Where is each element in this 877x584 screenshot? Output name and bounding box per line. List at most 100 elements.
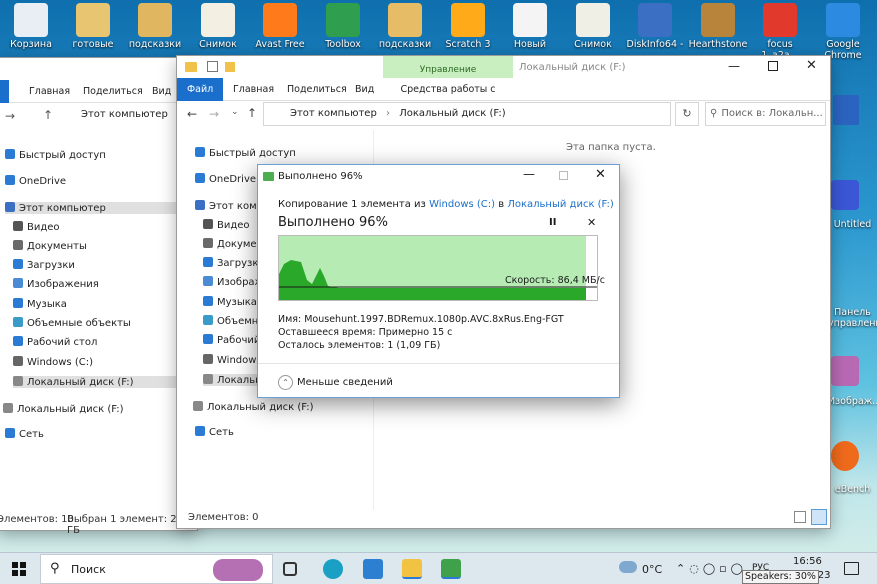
search-input[interactable]: ⚲ Поиск в: Локальн... xyxy=(705,102,826,126)
tab-view[interactable]: Вид xyxy=(345,78,384,101)
minimize-icon[interactable]: — xyxy=(728,59,740,73)
back-nav-item-14[interactable]: Сеть xyxy=(5,428,44,440)
front-nav-item-8[interactable]: Музыка xyxy=(203,296,257,308)
back-nav-item-11[interactable]: Windows (C:) xyxy=(13,356,93,368)
right-desktop-label-1[interactable]: Untitled xyxy=(828,219,877,230)
desktop-icon-14[interactable]: Google Chrome xyxy=(812,0,874,61)
copy-progress-dialog[interactable]: Выполнено 96% — ✕ Копирование 1 элемента… xyxy=(257,164,620,398)
edge-icon[interactable] xyxy=(323,559,343,579)
desktop-icon-2[interactable]: готовые xyxy=(62,0,124,50)
desktop-icon-12[interactable]: Hearthstone xyxy=(687,0,749,50)
back-tab-share[interactable]: Поделиться xyxy=(73,80,153,103)
back-nav-item-4[interactable]: Видео xyxy=(13,221,60,233)
front-nav-item-13[interactable]: Локальный диск (F:) xyxy=(193,401,313,413)
taskbar-search-box[interactable]: ⚲ Поиск xyxy=(40,554,273,584)
back-nav-item-5[interactable]: Документы xyxy=(13,240,87,252)
back-nav-item-3[interactable]: Этот компьютер xyxy=(5,202,190,214)
front-nav-item-4[interactable]: Видео xyxy=(203,219,250,231)
desktop-icon-13[interactable]: focus 1_a2a... xyxy=(749,0,811,61)
right-desktop-label-2[interactable]: Панель управления xyxy=(828,307,877,329)
desktop-icon-9[interactable]: Новый xyxy=(499,0,561,50)
back-tab-home[interactable]: Главная xyxy=(19,80,80,103)
copy-task-icon[interactable] xyxy=(441,559,461,579)
tiles-view-icon[interactable] xyxy=(811,509,827,525)
desktop-icon-10[interactable]: Снимок xyxy=(562,0,624,50)
remaining-items-label: Осталось элементов: xyxy=(278,340,385,351)
clock-time[interactable]: 16:56 xyxy=(793,556,822,567)
back-nav-item-10[interactable]: Рабочий стол xyxy=(13,336,97,348)
front-nav-item-2[interactable]: OneDrive xyxy=(195,173,256,185)
details-view-icon[interactable] xyxy=(794,511,806,523)
bench-desktop-icon[interactable] xyxy=(831,441,859,471)
dialog-close-icon[interactable]: ✕ xyxy=(595,167,606,182)
app-desktop-icon[interactable] xyxy=(831,180,859,210)
desktop-icon-11[interactable]: DiskInfo64 - xyxy=(624,0,686,50)
nav-item-icon xyxy=(203,296,213,306)
orchid-desktop-icon[interactable] xyxy=(831,356,859,386)
back-nav-item-6[interactable]: Загрузки xyxy=(13,259,75,271)
desktop-icon-label: подсказки xyxy=(378,39,432,50)
back-title-bar[interactable] xyxy=(0,58,197,80)
start-button[interactable] xyxy=(12,562,26,576)
back-tab-view[interactable]: Вид xyxy=(142,80,181,103)
file-explorer-icon[interactable] xyxy=(402,559,422,579)
breadcrumb-this-pc[interactable]: Этот компьютер xyxy=(290,108,377,119)
tab-drive-tools[interactable]: Средства работы с дисками xyxy=(383,78,513,118)
word-desktop-icon[interactable] xyxy=(833,95,859,125)
back-tab-file[interactable] xyxy=(0,80,9,103)
close-icon[interactable]: ✕ xyxy=(806,58,817,73)
taskbar-search-label: Поиск xyxy=(71,563,106,576)
desktop-icon-8[interactable]: Scratch 3 xyxy=(437,0,499,50)
progress-heading: Выполнено 96% xyxy=(278,215,388,230)
front-nav-item-14[interactable]: Сеть xyxy=(195,426,234,438)
right-desktop-label-4[interactable]: eBench xyxy=(828,484,877,495)
less-details-button[interactable]: ⌃ Меньше сведений xyxy=(278,375,393,390)
chevron-down-icon[interactable]: ⌄ xyxy=(231,107,239,117)
back-nav-item-1[interactable]: Быстрый доступ xyxy=(5,149,106,161)
tab-home[interactable]: Главная xyxy=(223,78,284,101)
address-bar[interactable]: Этот компьютер › Локальный диск (F:) xyxy=(263,102,671,126)
desktop-icon-1[interactable]: Корзина xyxy=(0,0,62,50)
breadcrumb-drive[interactable]: Локальный диск (F:) xyxy=(399,108,505,119)
back-nav-item-7[interactable]: Изображения xyxy=(13,278,99,290)
mail-icon[interactable] xyxy=(363,559,383,579)
source-link[interactable]: Windows (C:) xyxy=(429,199,495,210)
nav-item-icon xyxy=(13,240,23,250)
desktop-icon-3[interactable]: подсказки xyxy=(124,0,186,50)
tray-icons[interactable]: ⌃◌◯▫◯ xyxy=(676,562,747,575)
desktop-icon-7[interactable]: подсказки xyxy=(374,0,436,50)
desktop-icon-6[interactable]: Toolbox xyxy=(312,0,374,50)
cancel-button[interactable]: ✕ xyxy=(587,216,596,229)
tab-file[interactable]: Файл xyxy=(177,78,223,101)
front-nav-item-6[interactable]: Загрузки xyxy=(203,257,265,269)
back-explorer-window[interactable]: Главная Поделиться Вид → ↑ Этот компьюте… xyxy=(0,58,197,536)
front-nav-item-1[interactable]: Быстрый доступ xyxy=(195,147,296,159)
weather-icon[interactable] xyxy=(619,561,637,573)
folder-small-icon[interactable] xyxy=(225,62,235,72)
back-nav-item-8[interactable]: Музыка xyxy=(13,298,67,310)
desktop-icon-label: Hearthstone xyxy=(688,39,748,50)
back-nav-icon[interactable]: ← xyxy=(187,107,197,121)
back-up-icon[interactable]: ↑ xyxy=(43,108,53,122)
back-nav-item-2[interactable]: OneDrive xyxy=(5,175,66,187)
checkbox-icon[interactable] xyxy=(207,61,218,72)
task-view-icon[interactable] xyxy=(283,562,297,576)
maximize-icon[interactable] xyxy=(768,61,778,71)
temperature[interactable]: 0°C xyxy=(642,563,662,576)
destination-link[interactable]: Локальный диск (F:) xyxy=(507,199,613,210)
desktop-icon-5[interactable]: Avast Free xyxy=(249,0,311,50)
dialog-minimize-icon[interactable]: — xyxy=(523,167,535,181)
nav-item-icon xyxy=(203,334,213,344)
empty-folder-message: Эта папка пуста. xyxy=(566,142,656,153)
notification-icon[interactable] xyxy=(844,562,859,575)
back-nav-item-12[interactable]: Локальный диск (F:) xyxy=(13,376,190,388)
forward-nav-icon[interactable]: → xyxy=(209,107,219,121)
right-desktop-label-3[interactable]: Изображ... xyxy=(828,396,877,407)
desktop-icon-4[interactable]: Снимок xyxy=(187,0,249,50)
pause-button[interactable]: II xyxy=(549,217,556,228)
refresh-icon[interactable]: ↻ xyxy=(675,102,699,126)
up-arrow-icon[interactable]: ↑ xyxy=(247,106,257,120)
back-back-icon[interactable]: → xyxy=(5,109,15,123)
back-nav-item-13[interactable]: Локальный диск (F:) xyxy=(3,403,123,415)
back-nav-item-9[interactable]: Объемные объекты xyxy=(13,317,131,329)
